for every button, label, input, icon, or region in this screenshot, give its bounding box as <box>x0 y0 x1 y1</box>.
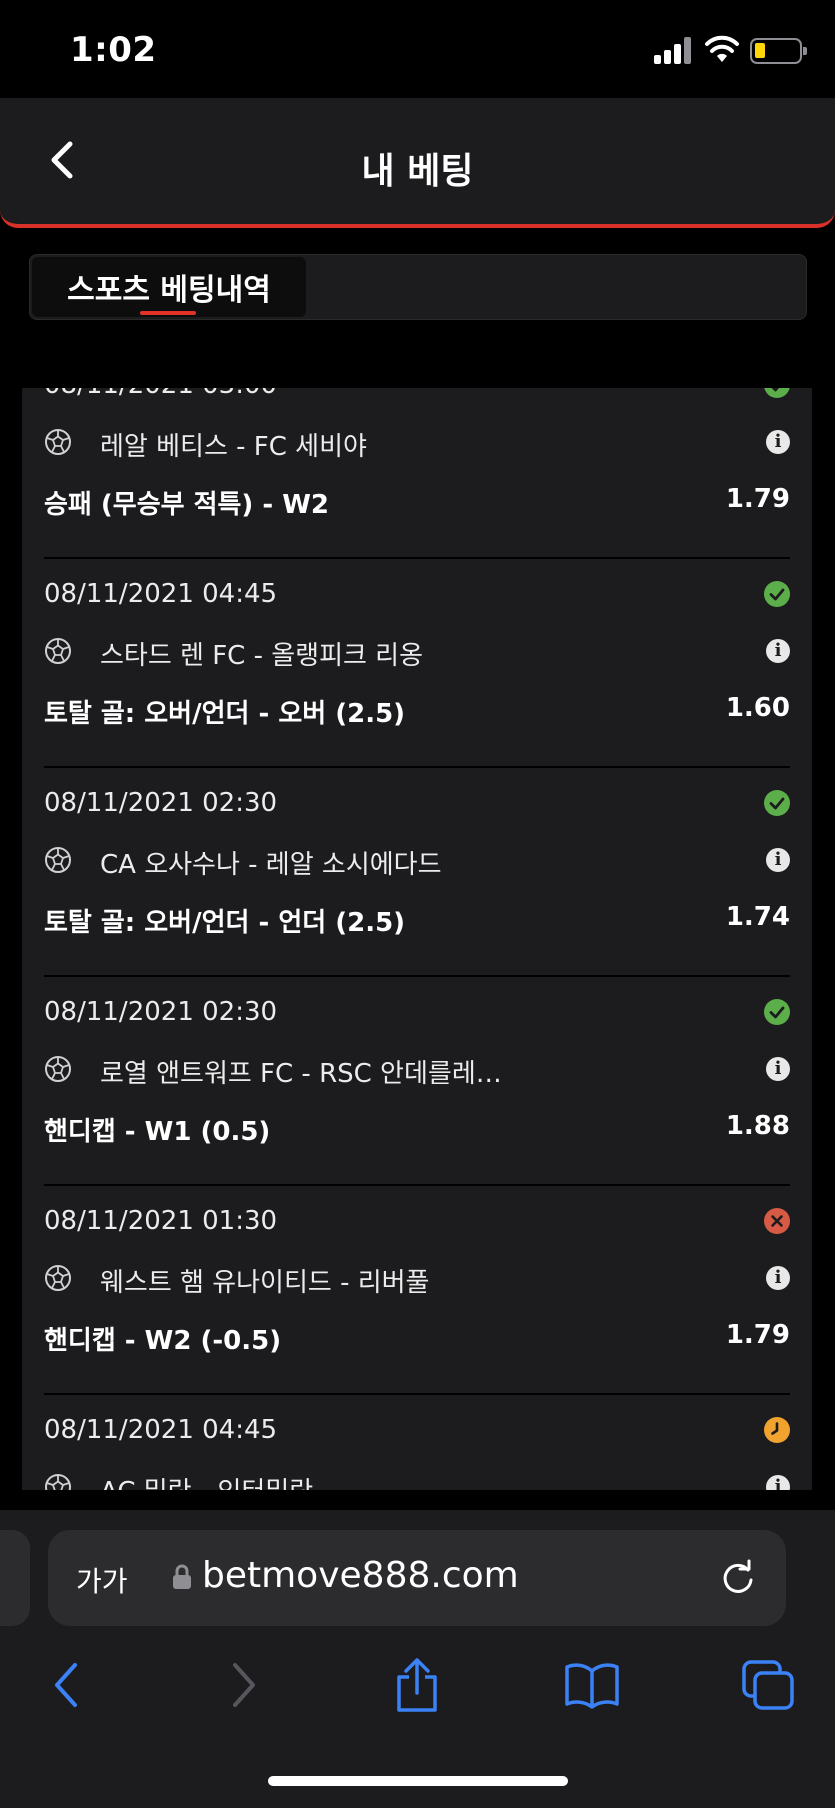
previous-tab-preview[interactable] <box>0 1530 30 1626</box>
clock-icon <box>764 1417 790 1443</box>
soccer-ball-icon <box>44 428 72 456</box>
app-header: 내 베팅 <box>0 98 835 228</box>
bet-match-row: AC 밀란 - 인터밀란 i <box>44 1469 790 1490</box>
bet-date: 08/11/2021 02:30 <box>44 788 278 818</box>
soccer-ball-icon <box>44 1264 72 1292</box>
bet-item[interactable]: 08/11/2021 04:45 스타드 렌 FC - 올랭피크 리옹 i 토탈 골:… <box>44 559 790 768</box>
bet-odds: 1.74 <box>725 902 790 932</box>
bet-odds: 1.79 <box>725 484 790 514</box>
bet-match-row: CA 오사수나 - 레알 소시에다드 i <box>44 842 790 882</box>
page-title: 내 베팅 <box>361 151 474 192</box>
cellular-signal-icon <box>654 36 692 64</box>
check-circle-icon <box>764 388 790 398</box>
bet-date: 08/11/2021 03:00 <box>44 388 277 400</box>
bet-match-name: CA 오사수나 - 레알 소시에다드 <box>100 850 442 880</box>
bet-item[interactable]: 08/11/2021 03:00 레알 베티스 - FC 세비야 i 승패 (무승부 … <box>44 388 790 559</box>
bet-match-row: 웨스트 햄 유나이티드 - 리버풀 i <box>44 1260 790 1300</box>
tabs-icon <box>742 1660 794 1710</box>
soccer-ball-icon <box>44 1055 72 1083</box>
bet-date: 08/11/2021 04:45 <box>44 1415 278 1445</box>
chevron-right-icon <box>233 1663 255 1707</box>
bet-item[interactable]: 08/11/2021 04:45 AC 밀란 - 인터밀란 i <box>44 1395 790 1490</box>
browser-forward-button[interactable] <box>214 1650 274 1720</box>
bet-match-row: 레알 베티스 - FC 세비야 i <box>44 424 790 464</box>
browser-toolbar: 가가 betmove888.com <box>0 1510 835 1808</box>
bet-item[interactable]: 08/11/2021 01:30 웨스트 햄 유나이티드 - 리버풀 i 핸디캡 - … <box>44 1186 790 1395</box>
battery-icon <box>750 38 807 64</box>
bets-list[interactable]: 08/11/2021 03:00 레알 베티스 - FC 세비야 i 승패 (무승부 … <box>22 388 812 1490</box>
info-icon[interactable]: i <box>766 639 790 663</box>
share-icon <box>397 1658 437 1712</box>
bet-match-name: 로열 앤트워프 FC - RSC 안데를레… <box>100 1059 502 1089</box>
info-icon[interactable]: i <box>766 1475 790 1490</box>
bet-selection: 토탈 골: 오버/언더 - 오버 (2.5) <box>44 699 406 729</box>
bet-date: 08/11/2021 04:45 <box>44 579 278 609</box>
soccer-ball-icon <box>44 637 72 665</box>
bet-item[interactable]: 08/11/2021 02:30 CA 오사수나 - 레알 소시에다드 i 토탈 골:… <box>44 768 790 977</box>
tab-active-indicator <box>140 311 196 315</box>
reload-icon[interactable] <box>718 1558 758 1598</box>
bet-match-row: 스타드 렌 FC - 올랭피크 리옹 i <box>44 633 790 673</box>
url-text: betmove888.com <box>202 1555 519 1596</box>
soccer-ball-icon <box>44 846 72 874</box>
bet-item[interactable]: 08/11/2021 02:30 로열 앤트워프 FC - RSC 안데를레… i 핸… <box>44 977 790 1186</box>
bet-match-name: AC 밀란 - 인터밀란 <box>100 1471 313 1490</box>
tab-bar: 스포츠 베팅내역 <box>29 254 807 320</box>
home-indicator <box>268 1776 568 1786</box>
browser-back-button[interactable] <box>36 1650 96 1720</box>
info-icon[interactable]: i <box>766 1266 790 1290</box>
bet-match-name: 웨스트 햄 유나이티드 - 리버풀 <box>100 1268 430 1298</box>
tabs-button[interactable] <box>738 1650 798 1720</box>
info-icon[interactable]: i <box>766 430 790 454</box>
bet-date: 08/11/2021 01:30 <box>44 1206 278 1236</box>
status-time: 1:02 <box>70 30 157 70</box>
info-icon[interactable]: i <box>766 848 790 872</box>
chevron-left-icon <box>55 1663 77 1707</box>
bet-selection: 핸디캡 - W2 (-0.5) <box>44 1326 282 1356</box>
lock-icon <box>173 1564 191 1589</box>
status-bar: 1:02 <box>0 0 835 98</box>
check-circle-icon <box>764 999 790 1025</box>
bookmarks-button[interactable] <box>562 1650 622 1720</box>
bet-selection: 승패 (무승부 적특) - W2 <box>44 490 329 520</box>
address-bar[interactable]: 가가 betmove888.com <box>48 1530 786 1626</box>
book-icon <box>565 1663 619 1709</box>
bet-match-row: 로열 앤트워프 FC - RSC 안데를레… i <box>44 1051 790 1091</box>
bet-match-name: 레알 베티스 - FC 세비야 <box>100 432 367 462</box>
bet-match-name: 스타드 렌 FC - 올랭피크 리옹 <box>100 641 424 671</box>
info-icon[interactable]: i <box>766 1057 790 1081</box>
bet-selection: 핸디캡 - W1 (0.5) <box>44 1117 271 1147</box>
check-circle-icon <box>764 790 790 816</box>
bet-odds: 1.79 <box>725 1320 790 1350</box>
tab-label: 스포츠 베팅내역 <box>67 273 271 308</box>
bet-odds: 1.60 <box>725 693 790 723</box>
check-circle-icon <box>764 581 790 607</box>
bet-date: 08/11/2021 02:30 <box>44 997 278 1027</box>
wifi-icon <box>705 35 739 62</box>
x-circle-icon <box>764 1208 790 1234</box>
tab-sports-bet-history[interactable]: 스포츠 베팅내역 <box>32 257 306 317</box>
bet-odds: 1.88 <box>725 1111 790 1141</box>
text-size-button[interactable]: 가가 <box>76 1560 128 1600</box>
browser-nav-row <box>0 1650 835 1730</box>
share-button[interactable] <box>387 1650 447 1720</box>
bet-selection: 토탈 골: 오버/언더 - 언더 (2.5) <box>44 908 406 938</box>
soccer-ball-icon <box>44 1473 72 1490</box>
